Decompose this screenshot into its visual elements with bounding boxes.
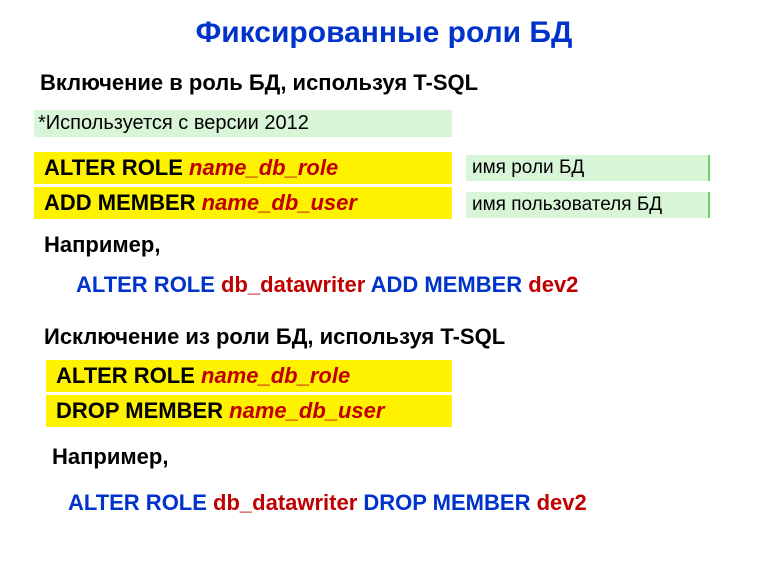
ex-kw: ALTER ROLE [68,490,213,515]
code-kw: ALTER ROLE [56,363,201,388]
code-param-role: name_db_role [201,363,350,388]
ex-kw2: ADD MEMBER [365,272,528,297]
hint-user-name: имя пользователя БД [466,192,710,218]
ex-user: dev2 [537,490,587,515]
code-add-line2: ADD MEMBER name_db_user [34,187,452,219]
hint-role-name: имя роли БД [466,155,710,181]
example2-code: ALTER ROLE db_datawriter DROP MEMBER dev… [68,490,587,516]
ex-kw: ALTER ROLE [76,272,221,297]
example2-label: Например, [52,444,168,470]
ex-kw2: DROP MEMBER [357,490,536,515]
code-add-line1: ALTER ROLE name_db_role [34,152,452,184]
code-param-user: name_db_user [229,398,384,423]
ex-user: dev2 [528,272,578,297]
code-param-role: name_db_role [189,155,338,180]
code-param-user: name_db_user [202,190,357,215]
section2-heading: Исключение из роли БД, используя T-SQL [44,324,505,350]
code-kw: ADD MEMBER [44,190,202,215]
code-drop-line2: DROP MEMBER name_db_user [46,395,452,427]
section1-heading: Включение в роль БД, используя T-SQL [40,70,478,96]
page-title: Фиксированные роли БД [0,16,768,50]
example1-label: Например, [44,232,160,258]
example1-code: ALTER ROLE db_datawriter ADD MEMBER dev2 [76,272,578,298]
ex-role: db_datawriter [213,490,357,515]
slide: Фиксированные роли БД Включение в роль Б… [0,0,768,576]
code-kw: ALTER ROLE [44,155,189,180]
code-drop-line1: ALTER ROLE name_db_role [46,360,452,392]
version-note: *Используется с версии 2012 [34,110,452,137]
code-kw: DROP MEMBER [56,398,229,423]
ex-role: db_datawriter [221,272,365,297]
